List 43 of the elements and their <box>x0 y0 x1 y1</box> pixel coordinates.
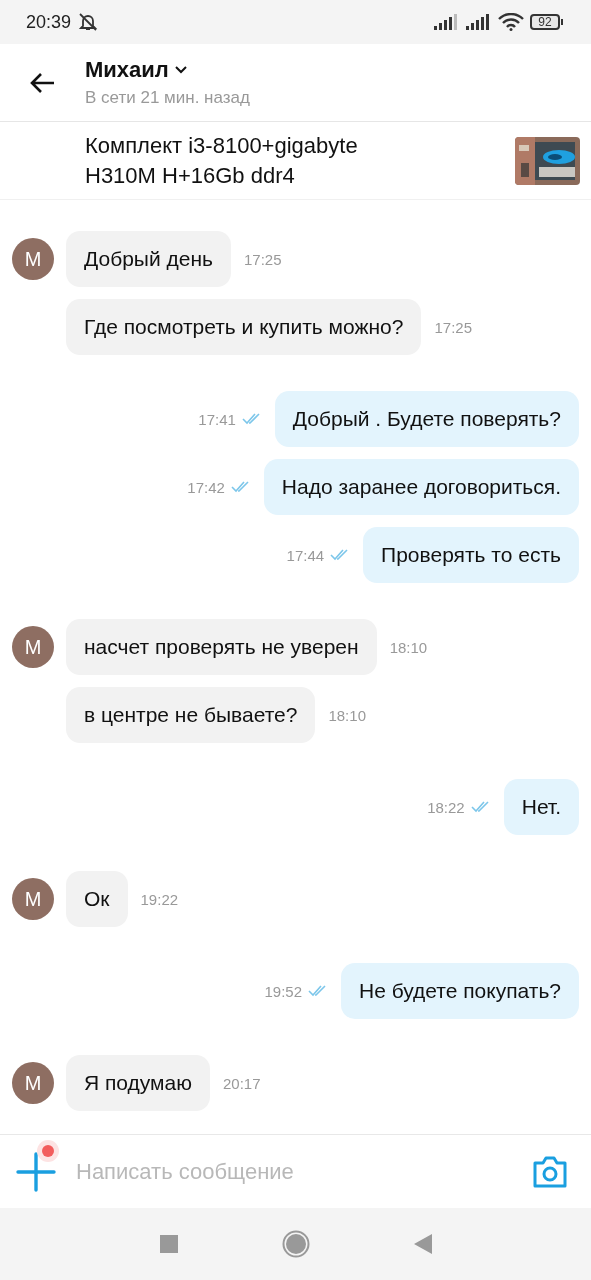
message-time: 17:25 <box>434 318 473 336</box>
message-time: 19:22 <box>140 890 179 908</box>
wifi-icon <box>498 13 524 31</box>
message-time: 17:41 <box>198 410 236 428</box>
clock: 20:39 <box>26 11 72 33</box>
camera-icon[interactable] <box>531 1154 569 1189</box>
message-bubble: Добрый . Будете поверять? <box>274 391 579 447</box>
avatar[interactable]: M <box>12 878 54 920</box>
add-icon[interactable] <box>16 1150 58 1193</box>
contact-name[interactable]: Михаил <box>85 57 169 83</box>
message-time: 19:52 <box>264 982 302 1000</box>
muted-bell-icon <box>77 12 100 32</box>
message-bubble: насчет проверять не уверен <box>66 619 377 675</box>
message-time: 18:10 <box>389 638 428 656</box>
message-bubble: Я подумаю <box>66 1055 210 1111</box>
message-input[interactable]: Написать сообщение <box>74 1157 515 1186</box>
message-bubble: Добрый день <box>66 231 231 287</box>
home-icon[interactable] <box>281 1230 310 1258</box>
message-bubble: Надо заранее договориться. <box>263 459 579 515</box>
message-time: 17:42 <box>187 478 225 496</box>
online-status: В сети 21 мин. назад <box>85 88 250 108</box>
back-arrow-icon[interactable] <box>28 71 55 94</box>
signal-icon <box>434 14 460 30</box>
message-time: 17:44 <box>286 546 325 564</box>
avatar[interactable]: M <box>12 1062 54 1104</box>
recent-apps-icon[interactable] <box>159 1235 178 1253</box>
back-icon[interactable] <box>413 1234 432 1254</box>
message-time: 18:10 <box>328 706 366 724</box>
message-bubble: Проверять то есть <box>363 527 579 583</box>
avatar[interactable]: M <box>12 626 54 668</box>
battery-icon: 92 <box>530 14 563 30</box>
message-bubble: Не будете покупать? <box>341 963 579 1019</box>
message-time: 20:17 <box>223 1074 261 1092</box>
message-bubble: в центре не бываете? <box>66 687 316 743</box>
message-time: 18:22 <box>427 798 465 816</box>
chevron-down-icon[interactable] <box>174 66 187 74</box>
message-bubble: Нет. <box>503 779 579 835</box>
signal-icon <box>466 14 492 30</box>
message-bubble: Где посмотреть и купить можно? <box>66 299 422 355</box>
message-bubble: Ок <box>66 871 128 927</box>
avatar[interactable]: M <box>12 238 54 280</box>
listing-title[interactable]: Комплект i3-8100+gigabyte H310M H+16Gb ddr4 <box>85 130 415 191</box>
message-time: 17:25 <box>244 250 282 268</box>
